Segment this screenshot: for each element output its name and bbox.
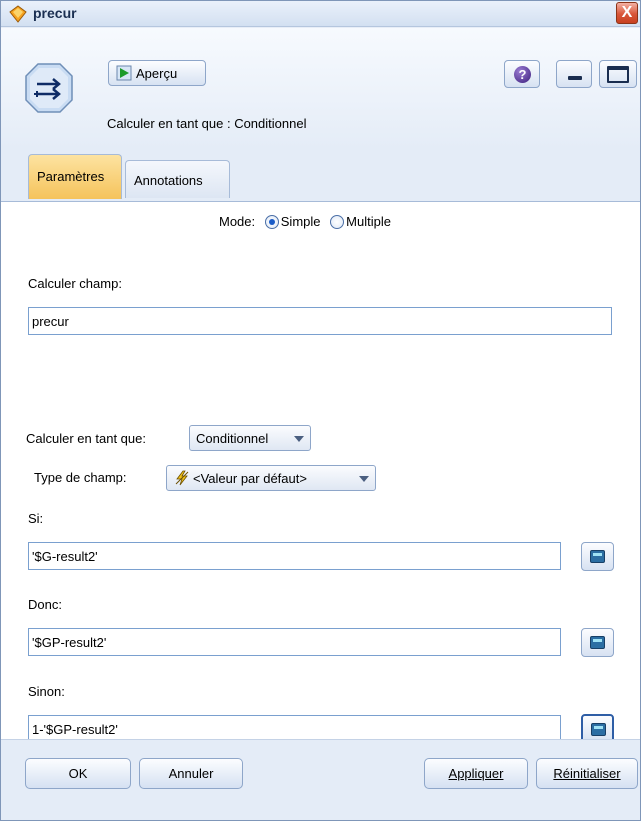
- derive-as-dropdown[interactable]: Conditionnel: [189, 425, 311, 451]
- preview-label: Aperçu: [136, 66, 178, 81]
- field-type-value: <Valeur par défaut>: [193, 471, 307, 486]
- then-expression-input[interactable]: '$GP-result2': [28, 628, 561, 656]
- chevron-down-icon: [294, 436, 304, 442]
- derive-field-input[interactable]: precur: [28, 307, 612, 335]
- chevron-down-icon: [359, 476, 369, 482]
- then-label: Donc:: [28, 597, 62, 612]
- help-button[interactable]: ?: [504, 60, 540, 88]
- derive-mode-summary: Calculer en tant que : Conditionnel: [107, 116, 307, 131]
- derive-as-value: Conditionnel: [196, 431, 269, 446]
- if-label: Si:: [28, 511, 44, 526]
- apply-button[interactable]: Appliquer: [424, 758, 528, 789]
- derive-node-icon: [25, 63, 73, 113]
- maximize-icon: [607, 66, 629, 83]
- title-bar: precur X: [1, 1, 640, 27]
- diamond-node-icon: [9, 5, 27, 23]
- cancel-button[interactable]: Annuler: [139, 758, 243, 789]
- help-icon: ?: [514, 66, 531, 83]
- mode-simple-label: Simple: [280, 214, 321, 230]
- mode-multiple-label: Multiple: [346, 214, 391, 230]
- dialog-window: precur X Aperçu ? Calculer en tant que:…: [0, 0, 641, 821]
- lightning-icon: [175, 470, 189, 486]
- mode-simple-radio[interactable]: [264, 214, 279, 229]
- ok-button[interactable]: OK: [25, 758, 131, 789]
- derive-as-label: Calculer en tant que:: [26, 431, 146, 446]
- reset-button[interactable]: Réinitialiser: [536, 758, 638, 789]
- dialog-header: Aperçu ? Calculer en tant que : Conditio…: [1, 28, 640, 150]
- dialog-footer: OK Annuler Appliquer Réinitialiser: [1, 739, 640, 820]
- calculator-icon: [591, 723, 606, 736]
- preview-button[interactable]: Aperçu: [108, 60, 206, 86]
- then-expression-builder-button[interactable]: [581, 628, 614, 657]
- minimize-icon: [568, 76, 582, 80]
- calculator-icon: [590, 636, 605, 649]
- derive-field-label: Calculer champ:: [28, 276, 122, 291]
- field-type-dropdown[interactable]: <Valeur par défaut>: [166, 465, 376, 491]
- maximize-button[interactable]: [599, 60, 637, 88]
- window-title: precur: [33, 5, 77, 21]
- if-expression-input[interactable]: '$G-result2': [28, 542, 561, 570]
- tab-bar: Paramètres Annotations: [1, 150, 640, 202]
- play-icon: [116, 65, 132, 81]
- mode-label: Mode:: [219, 214, 256, 230]
- if-expression-builder-button[interactable]: [581, 542, 614, 571]
- field-type-label: Type de champ:: [34, 470, 127, 485]
- settings-panel: Mode: Simple Multiple Calculer champ: pr…: [1, 202, 640, 743]
- close-button[interactable]: X: [616, 2, 638, 24]
- tab-settings[interactable]: Paramètres: [28, 154, 122, 199]
- tab-annotations[interactable]: Annotations: [125, 160, 230, 198]
- mode-multiple-radio[interactable]: [330, 214, 345, 229]
- else-label: Sinon:: [28, 684, 65, 699]
- calculator-icon: [590, 550, 605, 563]
- minimize-button[interactable]: [556, 60, 592, 88]
- mode-selector: Mode: Simple Multiple: [219, 213, 391, 229]
